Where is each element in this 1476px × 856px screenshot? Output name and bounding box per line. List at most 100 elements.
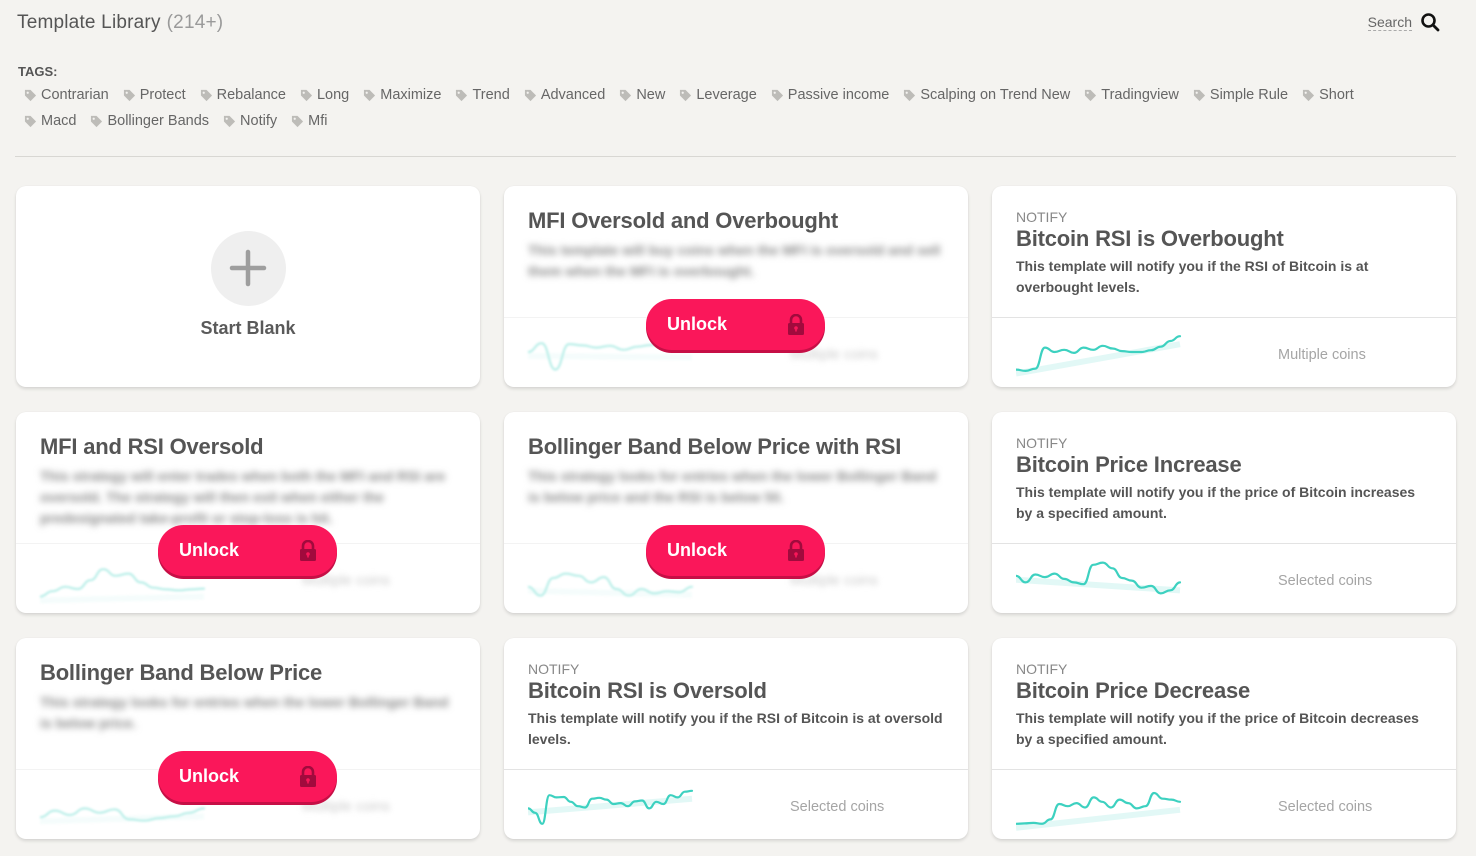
card-footer: Multiple coins	[992, 317, 1456, 387]
template-card[interactable]: MFI and RSI Oversold This strategy will e…	[16, 412, 480, 613]
sparkline-line	[1016, 561, 1182, 595]
card-title: Bitcoin RSI is Oversold	[528, 678, 767, 703]
page-title: Template Library (214+)	[17, 12, 1456, 34]
tag-bollinger-bands[interactable]: Bollinger Bands	[90, 111, 209, 131]
tag-protect[interactable]: Protect	[123, 85, 186, 105]
tag-list: Contrarian Protect Rebalance Long Maximize Tr…	[18, 85, 1418, 131]
card-title: Bitcoin Price Decrease	[1016, 678, 1251, 703]
tag-simple-rule[interactable]: Simple Rule	[1193, 85, 1288, 105]
card-category: NOTIFY	[528, 661, 580, 677]
sparkline-trend	[1016, 806, 1181, 831]
template-card[interactable]: NOTIFY Bitcoin RSI is Overbought This temp…	[992, 186, 1456, 387]
tag-passive-income[interactable]: Passive income	[771, 85, 890, 105]
tag-label: Mfi	[308, 113, 328, 129]
tag-label: Protect	[139, 87, 186, 103]
lock-icon	[788, 314, 804, 335]
unlock-button[interactable]: Unlock	[158, 751, 337, 802]
sparkline-trend	[40, 813, 205, 825]
template-card[interactable]: NOTIFY Bitcoin Price Increase This templat…	[992, 412, 1456, 613]
start-blank-card[interactable]: Start Blank	[16, 186, 480, 387]
tag-contrarian[interactable]: Contrarian	[24, 85, 109, 105]
tag-label: Bollinger Bands	[107, 113, 210, 129]
card-description: This template will buy coins when the MF…	[528, 242, 941, 279]
tag-icon	[1084, 89, 1097, 102]
tag-icon	[24, 115, 37, 128]
divider	[15, 156, 1456, 157]
unlock-button[interactable]: Unlock	[158, 525, 337, 576]
search-label: Search	[1367, 13, 1412, 31]
tag-icon	[24, 89, 37, 102]
tag-icon	[123, 89, 136, 102]
template-card[interactable]: NOTIFY Bitcoin Price Decrease This templat…	[992, 638, 1456, 839]
template-grid: Start Blank MFI Oversold and Overbought T…	[16, 186, 1456, 839]
card-title: MFI and RSI Oversold	[40, 434, 264, 459]
tag-icon	[903, 89, 916, 102]
coins-label: Multiple coins	[1278, 347, 1366, 363]
tag-new[interactable]: New	[619, 85, 665, 105]
tag-trend[interactable]: Trend	[455, 85, 510, 105]
sparkline-chart	[528, 789, 694, 825]
tag-icon	[1302, 89, 1315, 102]
tag-tradingview[interactable]: Tradingview	[1084, 85, 1179, 105]
card-header: NOTIFY Bitcoin Price Decrease This templat…	[992, 638, 1456, 769]
unlock-button[interactable]: Unlock	[646, 525, 825, 576]
tag-icon	[291, 115, 304, 128]
card-title: Bitcoin RSI is Overbought	[1016, 226, 1284, 251]
card-description: This template will notify you if the RSI…	[528, 710, 943, 747]
card-header: Bollinger Band Below Price This strategy …	[16, 638, 480, 769]
tag-label: Tradingview	[1101, 87, 1179, 103]
tag-label: Long	[316, 87, 350, 103]
plus-icon	[229, 249, 267, 287]
unlock-label: Unlock	[667, 314, 728, 334]
sparkline-line	[1016, 335, 1182, 373]
card-description: This strategy will enter trades when bot…	[40, 468, 446, 526]
template-card[interactable]: MFI Oversold and Overbought This template…	[504, 186, 968, 387]
tag-label: Macd	[41, 113, 77, 129]
unlock-button[interactable]: Unlock	[646, 299, 825, 350]
unlock-label: Unlock	[179, 766, 240, 786]
tag-long[interactable]: Long	[300, 85, 349, 105]
tag-label: Advanced	[540, 87, 606, 103]
template-count: (214+)	[166, 12, 224, 33]
tag-label: Passive income	[787, 87, 890, 103]
tag-icon	[679, 89, 692, 102]
card-description: This template will notify you if the RSI…	[1016, 258, 1369, 295]
page-title-text: Template Library	[17, 12, 161, 33]
template-card[interactable]: Bollinger Band Below Price with RSI This …	[504, 412, 968, 613]
tag-advanced[interactable]: Advanced	[524, 85, 606, 105]
card-header: NOTIFY Bitcoin Price Increase This templat…	[992, 412, 1456, 543]
coins-label: Selected coins	[790, 799, 885, 815]
card-title: Bitcoin Price Increase	[1016, 452, 1242, 477]
tag-label: Leverage	[696, 87, 757, 103]
tag-leverage[interactable]: Leverage	[679, 85, 757, 105]
card-header: MFI and RSI Oversold This strategy will e…	[16, 412, 480, 543]
tag-short[interactable]: Short	[1302, 85, 1354, 105]
tag-icon	[223, 115, 236, 128]
card-description: This template will notify you if the pri…	[1016, 710, 1419, 747]
tag-icon	[771, 89, 784, 102]
tag-mfi[interactable]: Mfi	[291, 111, 327, 131]
tag-label: Trend	[472, 87, 510, 103]
tag-label: Rebalance	[216, 87, 286, 103]
coins-label: Selected coins	[1278, 573, 1373, 589]
template-card[interactable]: Bollinger Band Below Price This strategy …	[16, 638, 480, 839]
tag-label: Simple Rule	[1209, 87, 1289, 103]
search-button[interactable]: Search	[1367, 12, 1440, 32]
card-footer: Selected coins	[504, 769, 968, 839]
template-card[interactable]: NOTIFY Bitcoin RSI is Oversold This templa…	[504, 638, 968, 839]
add-button[interactable]	[210, 230, 286, 306]
tag-icon	[524, 89, 537, 102]
tag-notify[interactable]: Notify	[223, 111, 277, 131]
tags-label: TAGS:	[18, 64, 58, 79]
tags-section: TAGS: Contrarian Protect Rebalance Long Maxi…	[18, 64, 1418, 131]
sparkline-chart	[1016, 335, 1182, 377]
card-title: MFI Oversold and Overbought	[528, 208, 838, 233]
tag-maximize[interactable]: Maximize	[363, 85, 441, 105]
tag-icon	[300, 89, 313, 102]
tag-scalping-on-trend-new[interactable]: Scalping on Trend New	[903, 85, 1070, 105]
card-description: This strategy looks for entries when the…	[40, 694, 449, 731]
tag-rebalance[interactable]: Rebalance	[200, 85, 286, 105]
card-category: NOTIFY	[1016, 435, 1068, 451]
sparkline-trend	[528, 353, 693, 361]
tag-macd[interactable]: Macd	[24, 111, 76, 131]
